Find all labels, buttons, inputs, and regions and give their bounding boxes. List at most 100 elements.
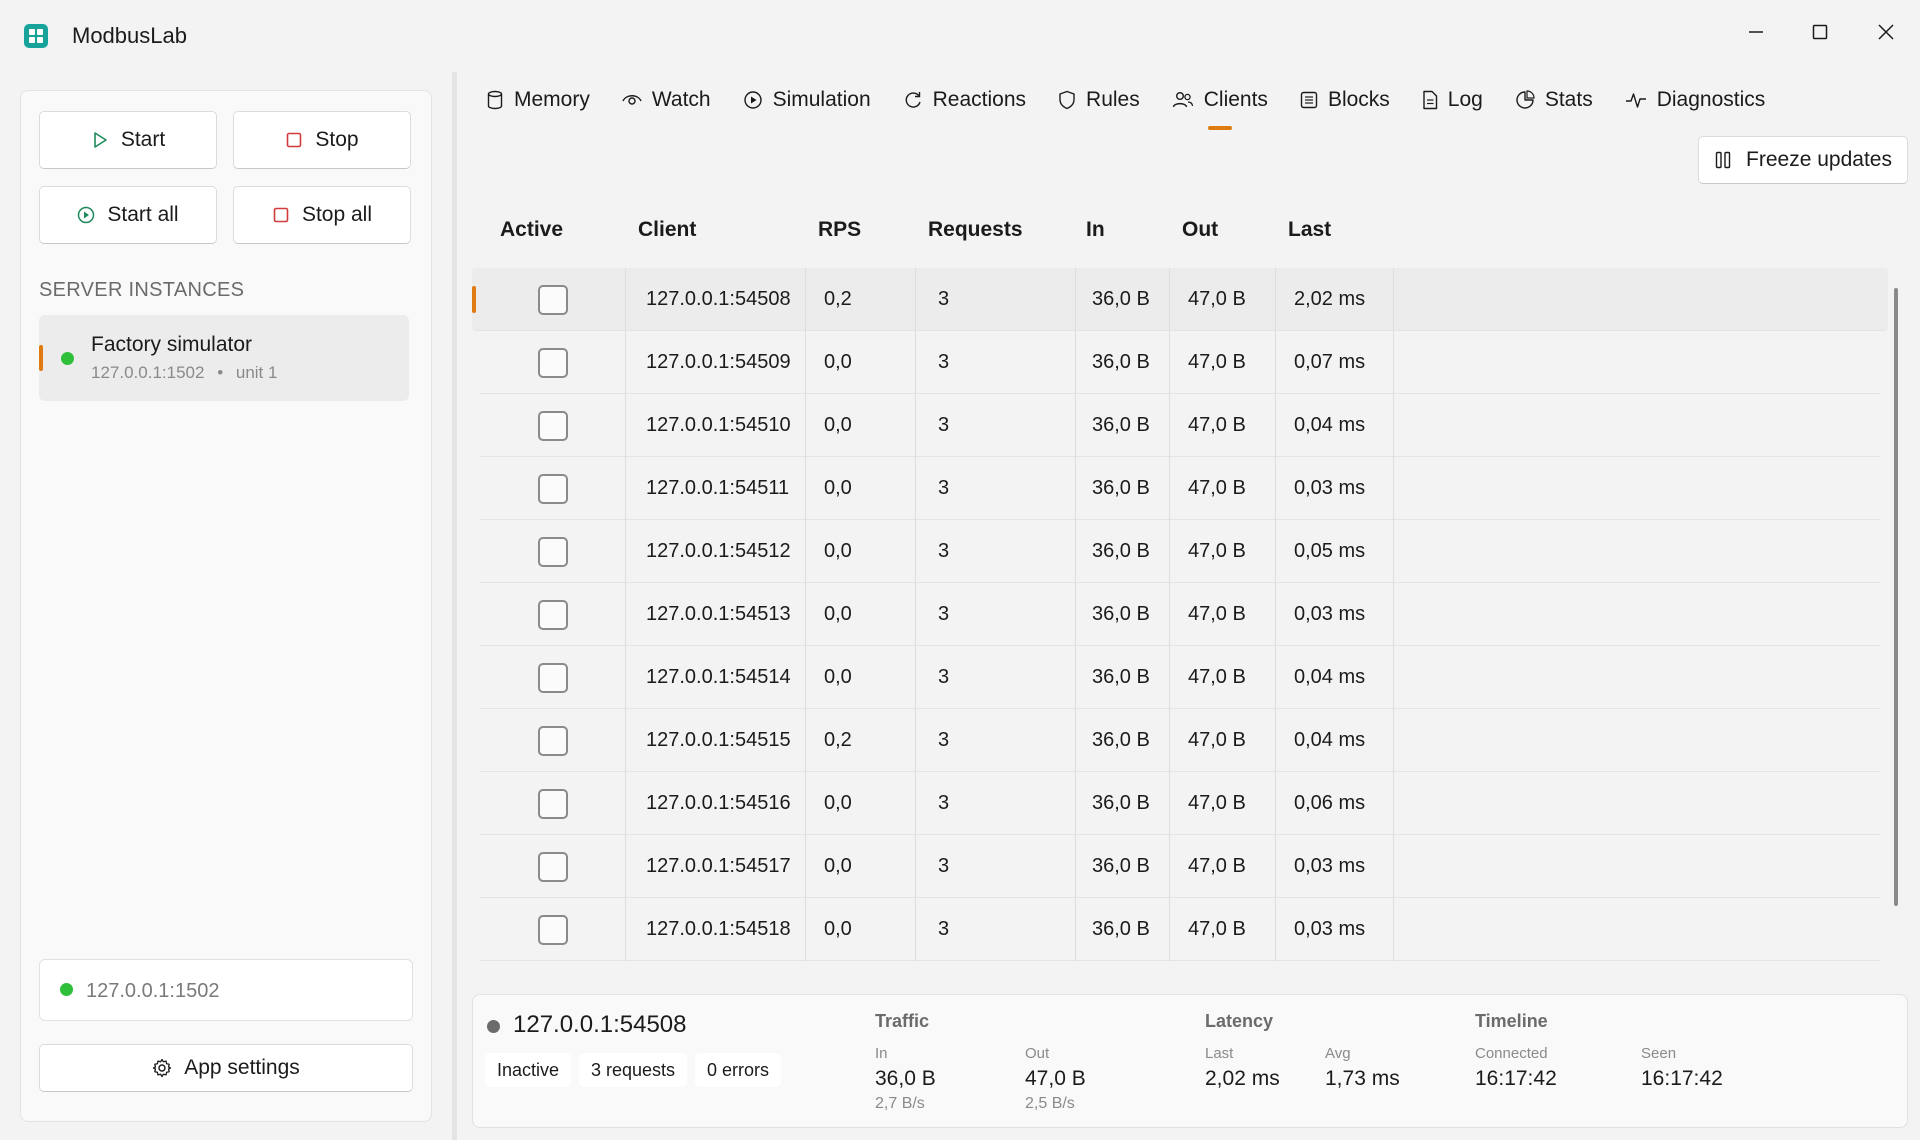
active-checkbox[interactable] xyxy=(537,788,568,819)
table-scrollbar[interactable] xyxy=(1894,288,1898,906)
requests-cell: 3 xyxy=(916,583,1076,646)
close-button[interactable] xyxy=(1854,8,1918,56)
rps-cell: 0,0 xyxy=(806,898,916,961)
last-cell: 0,07 ms xyxy=(1276,331,1394,394)
traffic-in-rate: 2,7 B/s xyxy=(875,1095,925,1112)
tab-clients[interactable]: Clients xyxy=(1156,82,1284,130)
active-checkbox[interactable] xyxy=(537,347,568,378)
table-row[interactable]: 127.0.0.1:54513 0,0 3 36,0 B 47,0 B 0,03 ms xyxy=(480,583,1880,646)
active-checkbox[interactable] xyxy=(537,599,568,630)
tab-label: Watch xyxy=(651,88,711,111)
start-button[interactable]: Start xyxy=(39,111,217,169)
table-row[interactable]: 127.0.0.1:54518 0,0 3 36,0 B 47,0 B 0,03 ms xyxy=(480,898,1880,961)
in-cell: 36,0 B xyxy=(1076,268,1170,331)
app-settings-button[interactable]: App settings xyxy=(39,1044,413,1092)
table-row[interactable]: 127.0.0.1:54512 0,0 3 36,0 B 47,0 B 0,05 ms xyxy=(480,520,1880,583)
in-cell: 36,0 B xyxy=(1076,709,1170,772)
out-cell: 47,0 B xyxy=(1170,835,1276,898)
table-row[interactable]: 127.0.0.1:54510 0,0 3 36,0 B 47,0 B 0,04 ms xyxy=(480,394,1880,457)
active-tab-indicator xyxy=(1207,126,1232,130)
table-row[interactable]: 127.0.0.1:54517 0,0 3 36,0 B 47,0 B 0,03 ms xyxy=(480,835,1880,898)
minimize-button[interactable] xyxy=(1724,8,1788,56)
tab-simulation[interactable]: Simulation xyxy=(727,82,887,118)
active-checkbox[interactable] xyxy=(537,725,568,756)
rps-cell: 0,0 xyxy=(806,583,916,646)
stop-all-label: Stop all xyxy=(301,203,373,226)
column-header-out[interactable]: Out xyxy=(1182,218,1218,242)
tab-reactions[interactable]: Reactions xyxy=(887,82,1042,118)
client-detail-panel: 127.0.0.1:54508 Inactive 3 requests 0 er… xyxy=(472,994,1908,1128)
column-header-client[interactable]: Client xyxy=(638,218,696,242)
last-cell: 0,04 ms xyxy=(1276,709,1394,772)
tab-label: Log xyxy=(1447,88,1483,111)
gear-icon xyxy=(153,1058,172,1078)
column-header-in[interactable]: In xyxy=(1086,218,1105,242)
play-circle-icon xyxy=(743,91,762,109)
tab-label: Reactions xyxy=(932,88,1027,111)
latency-avg-label: Avg xyxy=(1325,1045,1351,1062)
out-cell: 47,0 B xyxy=(1170,772,1276,835)
requests-cell: 3 xyxy=(916,835,1076,898)
tab-blocks[interactable]: Blocks xyxy=(1284,82,1406,118)
instance-unit: unit 1 xyxy=(235,363,278,382)
rps-cell: 0,0 xyxy=(806,331,916,394)
timeline-connected-label: Connected xyxy=(1475,1045,1548,1062)
column-header-last[interactable]: Last xyxy=(1288,218,1331,242)
active-checkbox[interactable] xyxy=(537,851,568,882)
timeline-heading: Timeline xyxy=(1475,1011,1548,1031)
rps-cell: 0,0 xyxy=(806,646,916,709)
tab-diagnostics[interactable]: Diagnostics xyxy=(1609,82,1782,118)
status-dot-online xyxy=(61,352,74,365)
requests-cell: 3 xyxy=(916,268,1076,331)
column-header-rps[interactable]: RPS xyxy=(818,218,861,242)
active-checkbox[interactable] xyxy=(537,536,568,567)
table-row[interactable]: 127.0.0.1:54515 0,2 3 36,0 B 47,0 B 0,04 ms xyxy=(480,709,1880,772)
column-header-requests[interactable]: Requests xyxy=(928,218,1023,242)
refresh-icon xyxy=(905,92,921,108)
tab-rules[interactable]: Rules xyxy=(1042,82,1156,118)
latency-avg-value: 1,73 ms xyxy=(1325,1067,1400,1090)
tab-label: Blocks xyxy=(1327,88,1390,111)
table-row[interactable]: 127.0.0.1:54514 0,0 3 36,0 B 47,0 B 0,04 ms xyxy=(480,646,1880,709)
endpoint-address: 127.0.0.1:1502 xyxy=(86,980,220,1002)
tab-memory[interactable]: Memory xyxy=(470,82,606,118)
out-cell: 47,0 B xyxy=(1170,583,1276,646)
active-checkbox[interactable] xyxy=(537,284,568,315)
requests-cell: 3 xyxy=(916,331,1076,394)
start-label: Start xyxy=(120,128,166,151)
out-cell: 47,0 B xyxy=(1170,457,1276,520)
tab-stats[interactable]: Stats xyxy=(1499,82,1609,118)
document-icon xyxy=(1423,90,1437,110)
tab-log[interactable]: Log xyxy=(1406,82,1499,118)
server-instance-item[interactable]: Factory simulator 127.0.0.1:1502 • unit … xyxy=(39,315,409,401)
tab-watch[interactable]: Watch xyxy=(606,82,727,118)
start-all-button[interactable]: Start all xyxy=(39,186,217,244)
active-checkbox[interactable] xyxy=(537,914,568,945)
active-cell xyxy=(480,709,626,772)
table-row[interactable]: 127.0.0.1:54508 0,2 3 36,0 B 47,0 B 2,02 ms xyxy=(472,268,1888,331)
active-checkbox[interactable] xyxy=(537,410,568,441)
table-row[interactable]: 127.0.0.1:54511 0,0 3 36,0 B 47,0 B 0,03 ms xyxy=(480,457,1880,520)
requests-cell: 3 xyxy=(916,772,1076,835)
active-checkbox[interactable] xyxy=(537,662,568,693)
instance-address: 127.0.0.1:1502 xyxy=(91,363,205,382)
table-row[interactable]: 127.0.0.1:54509 0,0 3 36,0 B 47,0 B 0,07 ms xyxy=(480,331,1880,394)
pane-divider[interactable] xyxy=(452,72,457,1140)
in-cell: 36,0 B xyxy=(1076,331,1170,394)
tab-label: Diagnostics xyxy=(1656,88,1766,111)
traffic-out-value: 47,0 B xyxy=(1025,1067,1086,1090)
last-cell: 0,05 ms xyxy=(1276,520,1394,583)
app-title: ModbusLab xyxy=(72,23,187,48)
table-row[interactable]: 127.0.0.1:54516 0,0 3 36,0 B 47,0 B 0,06 ms xyxy=(480,772,1880,835)
freeze-updates-button[interactable]: Freeze updates xyxy=(1698,136,1908,184)
active-cell xyxy=(480,646,626,709)
out-cell: 47,0 B xyxy=(1170,709,1276,772)
stop-all-button[interactable]: Stop all xyxy=(233,186,411,244)
active-checkbox[interactable] xyxy=(537,473,568,504)
stop-button[interactable]: Stop xyxy=(233,111,411,169)
maximize-button[interactable] xyxy=(1788,8,1852,56)
grid-icon xyxy=(1300,91,1318,109)
shield-icon xyxy=(1059,90,1075,110)
in-cell: 36,0 B xyxy=(1076,394,1170,457)
column-header-active[interactable]: Active xyxy=(500,218,563,242)
